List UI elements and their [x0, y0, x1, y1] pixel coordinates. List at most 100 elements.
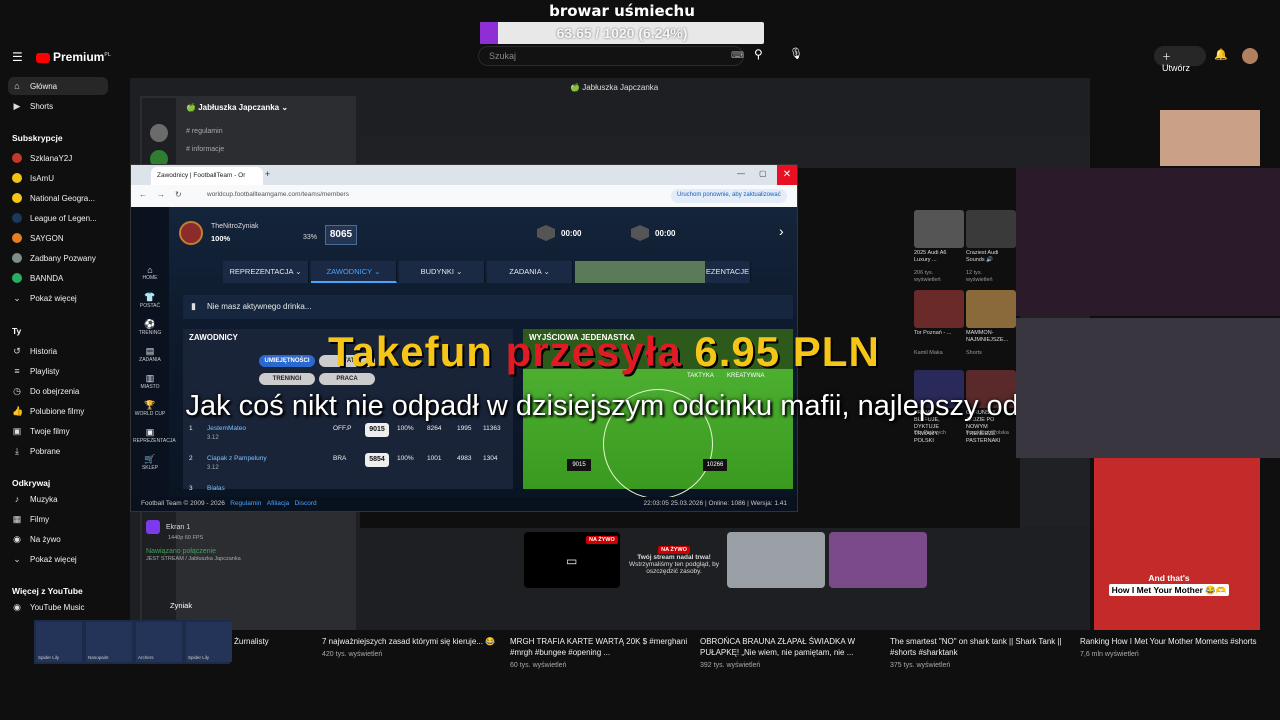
video-card[interactable]: Ranking How I Met Your Mother Moments #s… — [1080, 636, 1260, 660]
table-row[interactable]: 2 Ciapak z Pampeluny BRA 100% 1001 4983 1304 58… — [183, 447, 513, 473]
sidebar-item[interactable]: IsAmU — [8, 169, 108, 187]
skin-item[interactable]: Archers — [136, 622, 182, 662]
close-button[interactable]: ✕ — [777, 165, 797, 185]
game-nav-zadania[interactable]: ▤ ZADANIA — [133, 346, 167, 363]
minimize-icon[interactable]: — — [737, 169, 745, 178]
short-video[interactable] — [1094, 458, 1260, 630]
create-button[interactable]: ＋ Utwórz — [1154, 46, 1206, 73]
video-card[interactable]: MRGH TRAFIA KARTE WARTĄ 20K $ #merghani … — [510, 636, 690, 671]
update-button[interactable]: Uruchom ponownie, aby zaktualizować — [671, 189, 787, 203]
server-avatar[interactable] — [150, 124, 168, 142]
search-input[interactable]: Szukaj — [478, 46, 744, 66]
video-card[interactable]: The smartest "NO" on shark tank || Shark… — [890, 636, 1070, 671]
video-card[interactable]: Żurnalisty — [234, 636, 314, 649]
sidebar-item[interactable]: ⤓ Pobrane — [8, 442, 108, 460]
sidebar-section-header[interactable]: Subskrypcje — [12, 133, 63, 143]
youtube-logo[interactable]: PremiumPL — [36, 50, 111, 64]
sidebar-item[interactable]: ▶ Shorts — [8, 97, 108, 115]
tab-zadania[interactable]: ZADANIA ⌄ — [487, 261, 573, 283]
video-title[interactable]: Żurnalisty — [234, 637, 269, 646]
skin-item[interactable]: Spider Lily — [186, 622, 232, 662]
new-tab-icon[interactable]: + — [265, 169, 270, 179]
drink-notice[interactable]: Nie masz aktywnego drinka... — [183, 295, 793, 319]
game-nav-world-cup[interactable]: 🏆 WORLD CUP — [133, 400, 167, 417]
url-text[interactable]: worldcup.footballteamgame.com/teams/memb… — [207, 191, 349, 198]
pitch-player-ovr[interactable]: 10266 — [703, 459, 727, 471]
video-title[interactable]: Ranking How I Met Your Mother Moments #s… — [1080, 637, 1257, 646]
tab-reprezentacja[interactable]: REPREZENTACJA ⌄ — [223, 261, 309, 283]
sidebar-item[interactable]: BANNDA — [8, 269, 108, 287]
search-icon[interactable]: ⚲ — [754, 47, 770, 63]
video-thumbnail[interactable] — [966, 290, 1016, 328]
live-thumbnail[interactable] — [727, 532, 825, 588]
sidebar-item[interactable]: SzklanaY2J — [8, 149, 108, 167]
footer-link-regulamin[interactable]: Regulamin — [230, 500, 261, 507]
channel-informacje[interactable]: # informacje — [186, 146, 224, 153]
sidebar-item[interactable]: ⌄ Pokaż więcej — [8, 289, 108, 307]
skin-item[interactable]: Spider Lily — [36, 622, 82, 662]
video-title[interactable]: MAMMON- NAJMNIEJSZE... — [966, 330, 1008, 344]
sidebar-item[interactable]: ⌄ Pokaż więcej — [8, 550, 108, 568]
sidebar-item[interactable]: Zadbany Pozwany — [8, 249, 108, 267]
sidebar-section-header[interactable]: Ty — [12, 326, 21, 336]
video-card[interactable]: 7 najważniejszych zasad którymi się kier… — [322, 636, 502, 660]
game-nav-reprezentacja[interactable]: ▣ REPREZENTACJA — [133, 427, 176, 444]
sidebar-item[interactable]: ↺ Historia — [8, 342, 108, 360]
video-card[interactable]: OBROŃCA BRAUNA ZŁAPAŁ ŚWIADKA W PUŁAPKĘ!… — [700, 636, 880, 671]
sidebar-item[interactable]: ≡ Playlisty — [8, 362, 108, 380]
live-preview-paused[interactable]: NA ŻYWO ▭ — [524, 532, 620, 588]
tab-budynki[interactable]: BUDYNKI ⌄ — [399, 261, 485, 283]
sidebar-item[interactable]: ▣ Twoje filmy — [8, 422, 108, 440]
game-nav-home[interactable]: ⌂ HOME — [133, 265, 167, 281]
video-title[interactable]: MRGH TRAFIA KARTE WARTĄ 20K $ #merghani … — [510, 637, 687, 657]
menu-icon[interactable]: ☰ — [12, 50, 23, 64]
video-title[interactable]: 2025 Audi A6 Luxury ... — [914, 250, 956, 264]
video-thumbnail[interactable] — [914, 210, 964, 248]
keyboard-icon[interactable]: ⌨ — [731, 50, 744, 61]
footer-link-afiliacja[interactable]: Afiliacja — [267, 500, 289, 507]
game-nav-trening[interactable]: ⚽ TRENING — [133, 319, 167, 336]
forward-icon[interactable]: → — [157, 190, 165, 199]
sidebar-item[interactable]: ◉ Na żywo — [8, 530, 108, 548]
footer-link-discord[interactable]: Discord — [295, 500, 317, 507]
trainings-pill[interactable]: TRENINGI — [259, 373, 315, 385]
back-icon[interactable]: ← — [139, 190, 147, 199]
video-title[interactable]: 7 najważniejszych zasad którymi się kier… — [322, 637, 495, 646]
skills-pill[interactable]: UMIEJĘTNOŚCI — [259, 355, 315, 367]
tab-zawodnicy[interactable]: ZAWODNICY ⌄ — [311, 261, 397, 283]
video-title[interactable]: OBROŃCA BRAUNA ZŁAPAŁ ŚWIADKA W PUŁAPKĘ!… — [700, 637, 855, 657]
video-title[interactable]: Tor Poznań - ... — [914, 330, 956, 337]
game-nav-postać[interactable]: 👕 POSTAĆ — [133, 292, 167, 309]
tab-prezentacje[interactable]: EZENTACJE — [705, 261, 751, 283]
game-nav-miasto[interactable]: ▥ MIASTO — [133, 373, 167, 390]
skin-item[interactable]: Nanopaint — [86, 622, 132, 662]
video-thumbnail[interactable] — [966, 210, 1016, 248]
sidebar-item[interactable]: ◷ Do obejrzenia — [8, 382, 108, 400]
sidebar-item[interactable]: ⌂ Główna — [8, 77, 108, 95]
avatar[interactable] — [1242, 48, 1258, 64]
browser-tab[interactable]: Zawodnicy | FootballTeam - Or — [151, 167, 263, 185]
reload-icon[interactable]: ↻ — [175, 190, 182, 199]
sidebar-section-header[interactable]: Więcej z YouTube — [12, 586, 83, 596]
sidebar-item[interactable]: ▦ Filmy — [8, 510, 108, 528]
maximize-icon[interactable]: ▢ — [759, 169, 767, 178]
screen-share-panel[interactable]: Ekran 1 1440p 60 FPS — [146, 520, 350, 541]
pitch-player-ovr[interactable]: 9015 — [567, 459, 591, 471]
discord-server-name[interactable]: 🍏 Jabłuszka Japczanka ⌄ — [186, 103, 288, 112]
microphone-icon[interactable]: 🎙 — [789, 47, 803, 63]
channel-regulamin[interactable]: # regulamin — [186, 128, 223, 135]
sidebar-item[interactable]: 👍 Polubione filmy — [8, 402, 108, 420]
video-title[interactable]: The smartest "NO" on shark tank || Shark… — [890, 637, 1062, 657]
video-title[interactable]: Craziest Audi Sounds 🔊 — [966, 250, 1008, 264]
notifications-icon[interactable]: 🔔 — [1214, 48, 1228, 61]
discord-user[interactable]: Zyniak — [170, 601, 192, 610]
sidebar-item[interactable]: National Geogra... — [8, 189, 108, 207]
sidebar-item[interactable]: ◉ YouTube Music — [8, 598, 108, 616]
sidebar-section-header[interactable]: Odkrywaj — [12, 478, 50, 488]
video-thumbnail[interactable] — [914, 290, 964, 328]
sidebar-item[interactable]: League of Legen... — [8, 209, 108, 227]
game-nav-sklep[interactable]: 🛒 SKLEP — [133, 454, 167, 471]
player-avatar[interactable] — [179, 221, 203, 245]
chevron-right-icon[interactable]: › — [779, 223, 784, 239]
live-thumbnail[interactable] — [829, 532, 927, 588]
